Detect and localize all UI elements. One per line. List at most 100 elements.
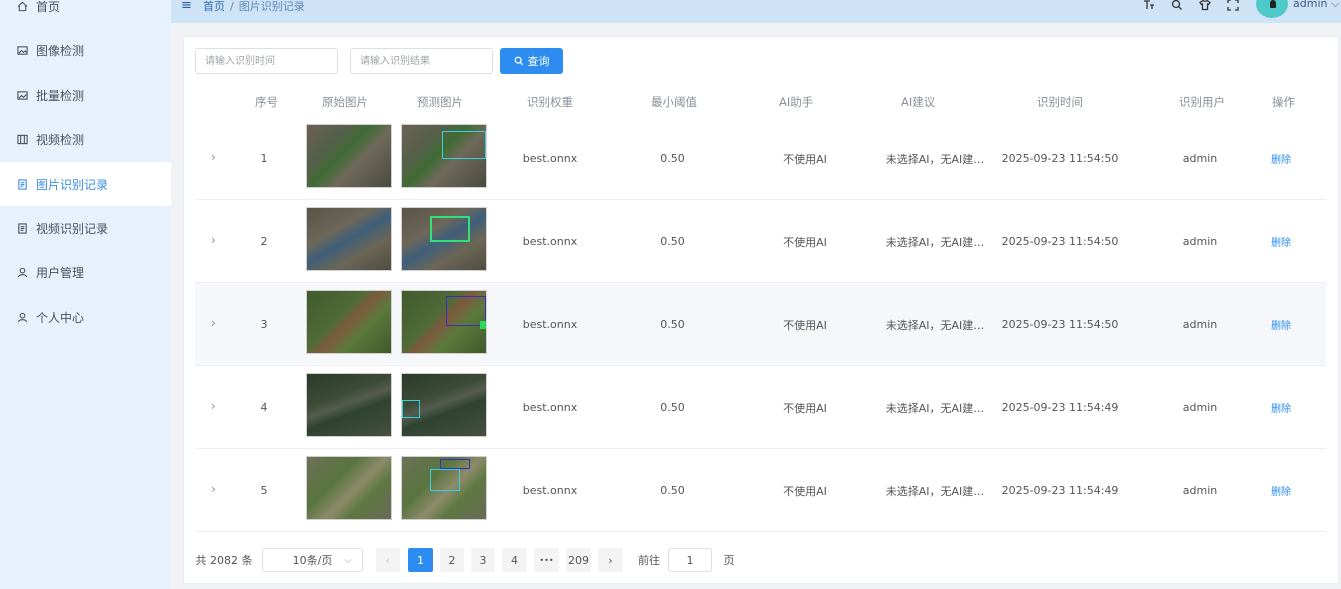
column-header-actions: 操作 <box>1272 95 1295 109</box>
original-image-thumbnail[interactable] <box>306 124 392 188</box>
user-icon <box>16 311 28 323</box>
goto-page-value: 1 <box>686 553 694 567</box>
sidebar-item-label: 视频识别记录 <box>36 221 109 236</box>
sidebar: 首页 图像检测 批量检测 视频检测 图片识别记录 视频识别记录 用户管理 个人中… <box>0 0 171 589</box>
delete-button[interactable]: 删除 <box>1266 117 1296 200</box>
sidebar-item-video-records[interactable]: 视频识别记录 <box>0 206 171 250</box>
row-threshold: 0.50 <box>660 152 685 165</box>
row-user: admin <box>1182 401 1218 414</box>
time-search-field[interactable] <box>195 48 338 74</box>
sidebar-item-image-records[interactable]: 图片识别记录 <box>0 162 171 206</box>
page-button-2[interactable]: 2 <box>440 548 464 572</box>
row-ai-advice: 未选择AI，无AI建… <box>885 401 985 415</box>
breadcrumb-separator: / <box>230 0 234 13</box>
document-icon <box>16 178 28 190</box>
sidebar-item-profile[interactable]: 个人中心 <box>0 295 171 339</box>
more-pages-button[interactable]: ••• <box>534 548 559 572</box>
expand-chevron-icon[interactable]: › <box>211 233 221 247</box>
sidebar-item-label: 用户管理 <box>36 265 85 280</box>
original-image-thumbnail[interactable] <box>306 456 392 520</box>
row-ai-assistant: 不使用AI <box>783 318 827 332</box>
row-weight: best.onnx <box>522 484 578 497</box>
goto-page-input[interactable]: 1 <box>668 548 712 572</box>
avatar[interactable] <box>1256 0 1288 18</box>
result-search-input[interactable] <box>351 49 492 73</box>
row-ai-advice: 未选择AI，无AI建… <box>885 318 985 332</box>
predicted-image-thumbnail[interactable] <box>401 456 487 520</box>
row-threshold: 0.50 <box>660 484 685 497</box>
search-icon[interactable] <box>1170 0 1184 12</box>
time-search-input[interactable] <box>196 49 337 73</box>
column-header-user: 识别用户 <box>1179 95 1225 109</box>
row-ai-advice: 未选择AI，无AI建… <box>885 152 985 166</box>
row-weight: best.onnx <box>522 152 578 165</box>
chevron-left-icon: ‹ <box>385 553 391 567</box>
sidebar-item-image-detect[interactable]: 图像检测 <box>0 28 171 72</box>
search-icon <box>514 56 523 66</box>
sidebar-item-label: 首页 <box>36 0 61 14</box>
row-ai-assistant: 不使用AI <box>783 401 827 415</box>
row-index: 5 <box>260 484 268 497</box>
expand-chevron-icon[interactable]: › <box>211 399 221 413</box>
table-row: › 2 best.onnx 0.50 不使用AI 未选择AI，无AI建… 202… <box>195 200 1326 283</box>
sidebar-item-home[interactable]: 首页 <box>0 0 171 28</box>
original-image-thumbnail[interactable] <box>306 373 392 437</box>
expand-chevron-icon[interactable]: › <box>211 316 221 330</box>
row-index: 1 <box>260 152 268 165</box>
table-row: › 1 best.onnx 0.50 不使用AI 未选择AI，无AI建… 202… <box>195 117 1326 200</box>
next-page-button[interactable]: › <box>598 548 623 572</box>
row-time: 2025-09-23 11:54:50 <box>1001 318 1119 331</box>
predicted-image-thumbnail[interactable] <box>401 290 487 354</box>
expand-chevron-icon[interactable]: › <box>211 150 221 164</box>
query-button[interactable]: 查询 <box>500 48 563 74</box>
sidebar-item-batch-detect[interactable]: 批量检测 <box>0 73 171 117</box>
sidebar-item-label: 视频检测 <box>36 132 85 147</box>
font-size-icon[interactable] <box>1142 0 1156 12</box>
row-weight: best.onnx <box>522 318 578 331</box>
expand-chevron-icon[interactable]: › <box>211 482 221 496</box>
user-dropdown[interactable]: admin ⌵ <box>1293 0 1339 11</box>
page-button-3[interactable]: 3 <box>471 548 495 572</box>
predicted-image-thumbnail[interactable] <box>401 373 487 437</box>
sidebar-item-user-management[interactable]: 用户管理 <box>0 250 171 294</box>
column-header-threshold: 最小阈值 <box>651 95 697 109</box>
menu-toggle-icon[interactable]: ≡ <box>181 0 192 13</box>
delete-button[interactable]: 删除 <box>1266 366 1296 449</box>
original-image-thumbnail[interactable] <box>306 207 392 271</box>
page-button-4[interactable]: 4 <box>502 548 527 572</box>
predicted-image-thumbnail[interactable] <box>401 207 487 271</box>
table-row: › 4 best.onnx 0.50 不使用AI 未选择AI，无AI建… 202… <box>195 366 1326 449</box>
prev-page-button[interactable]: ‹ <box>376 548 400 572</box>
page-suffix: 页 <box>723 554 735 567</box>
row-user: admin <box>1182 235 1218 248</box>
page-size-select[interactable]: 10条/页 ⌵ <box>262 548 363 572</box>
delete-button[interactable]: 删除 <box>1266 283 1296 366</box>
row-ai-assistant: 不使用AI <box>783 484 827 498</box>
column-header-index: 序号 <box>255 95 278 109</box>
home-icon <box>16 0 28 12</box>
theme-shirt-icon[interactable] <box>1198 0 1212 12</box>
page-button-last[interactable]: 209 <box>566 548 591 572</box>
row-threshold: 0.50 <box>660 401 685 414</box>
row-weight: best.onnx <box>522 235 578 248</box>
delete-button[interactable]: 删除 <box>1266 200 1296 283</box>
image-icon <box>16 44 28 56</box>
row-ai-advice: 未选择AI，无AI建… <box>885 235 985 249</box>
breadcrumb-home[interactable]: 首页 <box>203 0 225 13</box>
page-button-1[interactable]: 1 <box>408 548 433 572</box>
column-header-time: 识别时间 <box>1037 95 1083 109</box>
document-icon <box>16 222 28 234</box>
result-search-field[interactable] <box>350 48 493 74</box>
pagination-total: 共 2082 条 <box>195 554 253 567</box>
delete-button[interactable]: 删除 <box>1266 449 1296 532</box>
column-header-original-image: 原始图片 <box>322 95 368 109</box>
fullscreen-icon[interactable] <box>1226 0 1240 12</box>
column-header-ai-assistant: AI助手 <box>779 95 814 109</box>
predicted-image-thumbnail[interactable] <box>401 124 487 188</box>
images-icon <box>16 89 28 101</box>
table-row: › 5 best.onnx 0.50 不使用AI 未选择AI，无AI建… 202… <box>195 449 1326 532</box>
breadcrumb-current: 图片识别记录 <box>238 0 305 13</box>
sidebar-item-video-detect[interactable]: 视频检测 <box>0 117 171 161</box>
original-image-thumbnail[interactable] <box>306 290 392 354</box>
row-threshold: 0.50 <box>660 318 685 331</box>
